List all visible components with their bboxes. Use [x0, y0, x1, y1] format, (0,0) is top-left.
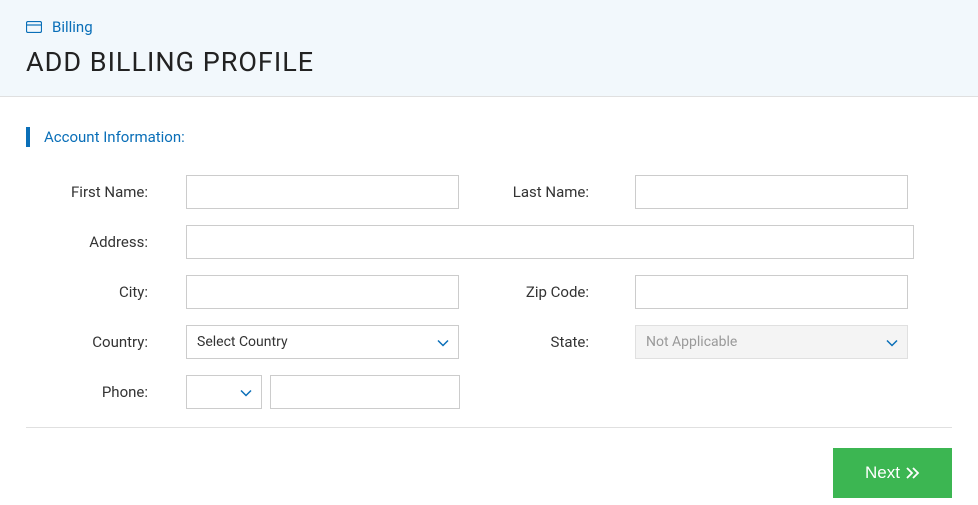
- field-group-first-name: First Name:: [26, 175, 459, 209]
- city-input[interactable]: [186, 275, 459, 309]
- chevron-right-double-icon: [906, 467, 920, 479]
- country-select-wrap: Select Country: [186, 325, 459, 359]
- state-label: State:: [459, 333, 635, 351]
- last-name-label: Last Name:: [459, 183, 635, 201]
- form-divider: [26, 427, 952, 428]
- field-group-phone: Phone:: [26, 375, 460, 409]
- section-accent-bar: [26, 127, 30, 147]
- field-group-last-name: Last Name:: [459, 175, 908, 209]
- country-select[interactable]: Select Country: [186, 325, 459, 359]
- next-button[interactable]: Next: [833, 448, 952, 498]
- phone-number-input[interactable]: [270, 375, 460, 409]
- first-name-input[interactable]: [186, 175, 459, 209]
- row-address: Address:: [26, 225, 952, 259]
- address-label: Address:: [26, 233, 186, 251]
- address-input[interactable]: [186, 225, 914, 259]
- breadcrumb: Billing: [26, 18, 952, 36]
- row-phone: Phone:: [26, 375, 952, 409]
- section-title-label: Account Information:: [44, 128, 185, 146]
- state-select: Not Applicable: [635, 325, 908, 359]
- page-header: Billing ADD BILLING PROFILE: [0, 0, 978, 97]
- state-selected-value: Not Applicable: [646, 334, 737, 350]
- country-label: Country:: [26, 333, 186, 351]
- section-header: Account Information:: [26, 127, 952, 147]
- city-label: City:: [26, 283, 186, 301]
- account-info-form: First Name: Last Name: Address: City: Zi…: [26, 175, 952, 498]
- row-city-zip: City: Zip Code:: [26, 275, 952, 309]
- form-actions: Next: [26, 448, 952, 498]
- country-selected-value: Select Country: [197, 334, 288, 350]
- first-name-label: First Name:: [26, 183, 186, 201]
- row-country-state: Country: Select Country State: Not Appli…: [26, 325, 952, 359]
- field-group-country: Country: Select Country: [26, 325, 459, 359]
- last-name-input[interactable]: [635, 175, 908, 209]
- field-group-zip: Zip Code:: [459, 275, 908, 309]
- page-title: ADD BILLING PROFILE: [26, 46, 952, 78]
- credit-card-icon: [26, 21, 42, 33]
- phone-code-select[interactable]: [186, 375, 262, 409]
- breadcrumb-billing-link[interactable]: Billing: [52, 18, 93, 36]
- next-button-label: Next: [865, 463, 900, 483]
- field-group-address: Address:: [26, 225, 914, 259]
- zip-code-label: Zip Code:: [459, 283, 635, 301]
- zip-code-input[interactable]: [635, 275, 908, 309]
- row-name: First Name: Last Name:: [26, 175, 952, 209]
- phone-code-select-wrap: [186, 375, 262, 409]
- main-content: Account Information: First Name: Last Na…: [0, 97, 978, 498]
- field-group-city: City:: [26, 275, 459, 309]
- phone-label: Phone:: [26, 383, 186, 401]
- field-group-state: State: Not Applicable: [459, 325, 908, 359]
- state-select-wrap: Not Applicable: [635, 325, 908, 359]
